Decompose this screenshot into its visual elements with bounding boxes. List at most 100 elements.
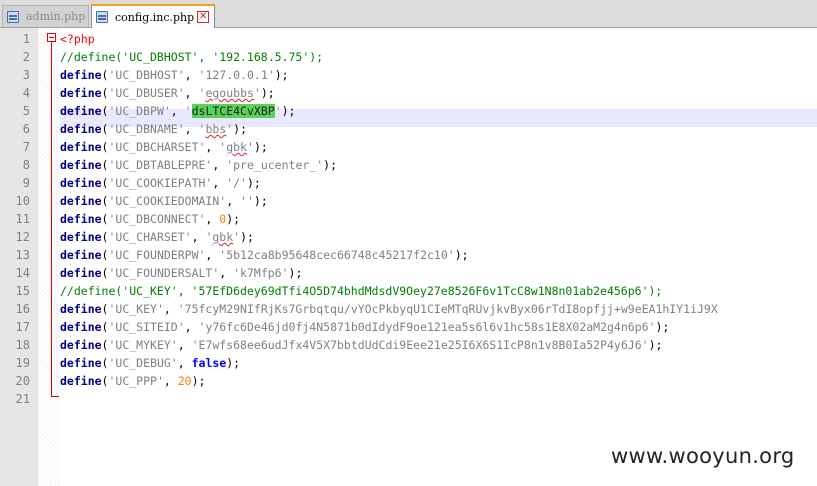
- tab-label: config.inc.php: [115, 10, 195, 24]
- code-line[interactable]: <?php: [60, 30, 95, 48]
- code-line[interactable]: define('UC_DEBUG', false);: [60, 354, 240, 372]
- code-token: '75fcyM29NIfRjKs7Grbqtqu/vYOcPkbyqU1CIeM…: [177, 302, 718, 316]
- line-number: 9: [22, 176, 30, 190]
- code-line[interactable]: define('UC_COOKIEPATH', '/');: [60, 174, 261, 192]
- code-token: <?php: [60, 32, 95, 46]
- code-token: );: [260, 86, 275, 100]
- code-token: 'UC_COOKIEDOMAIN': [108, 194, 227, 208]
- line-number: 15: [15, 284, 30, 298]
- code-line[interactable]: define('UC_DBPW', 'dsLTCE4CvXBP');: [60, 102, 295, 120]
- code-line[interactable]: define('UC_PPP', 20);: [60, 372, 205, 390]
- line-number: 13: [15, 248, 30, 262]
- code-token: );: [274, 68, 289, 82]
- code-line[interactable]: define('UC_MYKEY', 'E7wfs68ee6udJfx4V5X7…: [60, 336, 662, 354]
- code-line[interactable]: define('UC_KEY', '75fcyM29NIfRjKs7Grbqtq…: [60, 300, 718, 318]
- code-token: define: [60, 122, 102, 136]
- code-token: ,: [177, 338, 192, 352]
- code-token: ': [184, 104, 192, 118]
- line-number: 3: [22, 68, 30, 82]
- line-number: 2: [22, 50, 30, 64]
- code-token: '5b12ca8b95648cec66748c45217f2c10': [219, 248, 455, 262]
- code-token: ,: [219, 266, 234, 280]
- line-number: 14: [15, 266, 30, 280]
- code-token: );: [253, 194, 268, 208]
- tab-admin-php[interactable]: admin.php: [2, 5, 89, 27]
- code-token: );: [246, 176, 261, 190]
- code-line[interactable]: define('UC_SITEID', 'y76fc6De46jd0fj4N58…: [60, 318, 669, 336]
- code-token: );: [233, 122, 248, 136]
- code-line[interactable]: define('UC_DBTABLEPRE', 'pre_ucenter_');: [60, 156, 337, 174]
- code-token: ,: [184, 320, 199, 334]
- code-line[interactable]: //define('UC_KEY', '57EfD6dey69dTfi4O5D7…: [60, 282, 662, 300]
- code-line[interactable]: define('UC_DBHOST', '127.0.0.1');: [60, 66, 289, 84]
- code-token: define: [60, 302, 102, 316]
- code-token: );: [323, 158, 337, 172]
- code-token: define: [60, 212, 102, 226]
- code-token: '/': [226, 176, 247, 190]
- code-token: ,: [177, 356, 192, 370]
- code-token: ,: [226, 194, 241, 208]
- code-token: define: [60, 104, 102, 118]
- code-token: define: [60, 248, 102, 262]
- code-token: 'UC_DBUSER': [108, 86, 185, 100]
- code-token: ,: [212, 158, 227, 172]
- code-token: '': [240, 194, 254, 208]
- code-token: 20: [177, 374, 192, 388]
- code-token: 'UC_DBPW': [108, 104, 171, 118]
- code-line[interactable]: define('UC_CHARSET', 'gbk');: [60, 228, 254, 246]
- code-token: );: [253, 140, 268, 154]
- tab-config-inc-php[interactable]: config.inc.php ✕: [91, 4, 215, 28]
- code-token: ': [274, 104, 282, 118]
- code-token: ,: [170, 104, 185, 118]
- line-number: 7: [22, 140, 30, 154]
- code-token: define: [60, 86, 102, 100]
- fold-end-marker: [51, 396, 59, 397]
- code-token: 'UC_MYKEY': [108, 338, 178, 352]
- code-line[interactable]: define('UC_DBCONNECT', 0);: [60, 210, 240, 228]
- line-number: 10: [15, 194, 30, 208]
- code-token: 'UC_DEBUG': [108, 356, 178, 370]
- code-token: egoubbs: [205, 86, 254, 100]
- code-token: 'UC_DBNAME': [108, 122, 185, 136]
- code-token: 'UC_DBCHARSET': [108, 140, 206, 154]
- code-token: false: [191, 356, 227, 370]
- code-token: );: [288, 266, 303, 280]
- code-token: define: [60, 374, 102, 388]
- code-token: 'UC_PPP': [108, 374, 164, 388]
- fold-marker-icon[interactable]: [47, 33, 56, 42]
- line-number: 5: [22, 104, 30, 118]
- code-token: ': [247, 140, 254, 154]
- code-line[interactable]: define('UC_DBUSER', 'egoubbs');: [60, 84, 275, 102]
- code-line[interactable]: define('UC_COOKIEDOMAIN', '');: [60, 192, 268, 210]
- code-token: ,: [163, 374, 178, 388]
- code-token: 'UC_FOUNDERPW': [108, 248, 206, 262]
- code-token: //define('UC_KEY', '57EfD6dey69dTfi4O5D7…: [60, 284, 663, 298]
- code-token: );: [648, 338, 663, 352]
- code-token: define: [60, 320, 102, 334]
- fold-margin[interactable]: [38, 28, 60, 486]
- code-line[interactable]: define('UC_FOUNDERPW', '5b12ca8b95648cec…: [60, 246, 469, 264]
- code-token: 'UC_DBCONNECT': [108, 212, 206, 226]
- code-token: ,: [205, 140, 220, 154]
- code-token: );: [454, 248, 469, 262]
- code-token: 'UC_DBTABLEPRE': [108, 158, 213, 172]
- code-line[interactable]: define('UC_FOUNDERSALT', 'k7Mfp6');: [60, 264, 302, 282]
- code-line[interactable]: define('UC_DBCHARSET', 'gbk');: [60, 138, 268, 156]
- code-token: 'UC_DBHOST': [108, 68, 185, 82]
- code-token: define: [60, 356, 102, 370]
- code-token: '127.0.0.1': [198, 68, 275, 82]
- code-line[interactable]: //define('UC_DBHOST', '192.168.5.75');: [60, 48, 323, 66]
- code-token: ,: [184, 86, 199, 100]
- code-token: bbs: [205, 122, 227, 136]
- line-number: 16: [15, 302, 30, 316]
- fold-range-line: [51, 42, 52, 397]
- code-token: 'y76fc6De46jd0fj4N5871b0dIdydF9oe121ea5s…: [198, 320, 656, 334]
- close-tab-icon[interactable]: ✕: [197, 11, 210, 23]
- code-token: ,: [184, 68, 199, 82]
- code-token: 'pre_ucenter_': [226, 158, 324, 172]
- code-token: 'UC_CHARSET': [108, 230, 192, 244]
- line-number: 20: [15, 374, 30, 388]
- code-token: 'k7Mfp6': [233, 266, 289, 280]
- code-line[interactable]: define('UC_DBNAME', 'bbs');: [60, 120, 247, 138]
- code-token: 'UC_KEY': [108, 302, 164, 316]
